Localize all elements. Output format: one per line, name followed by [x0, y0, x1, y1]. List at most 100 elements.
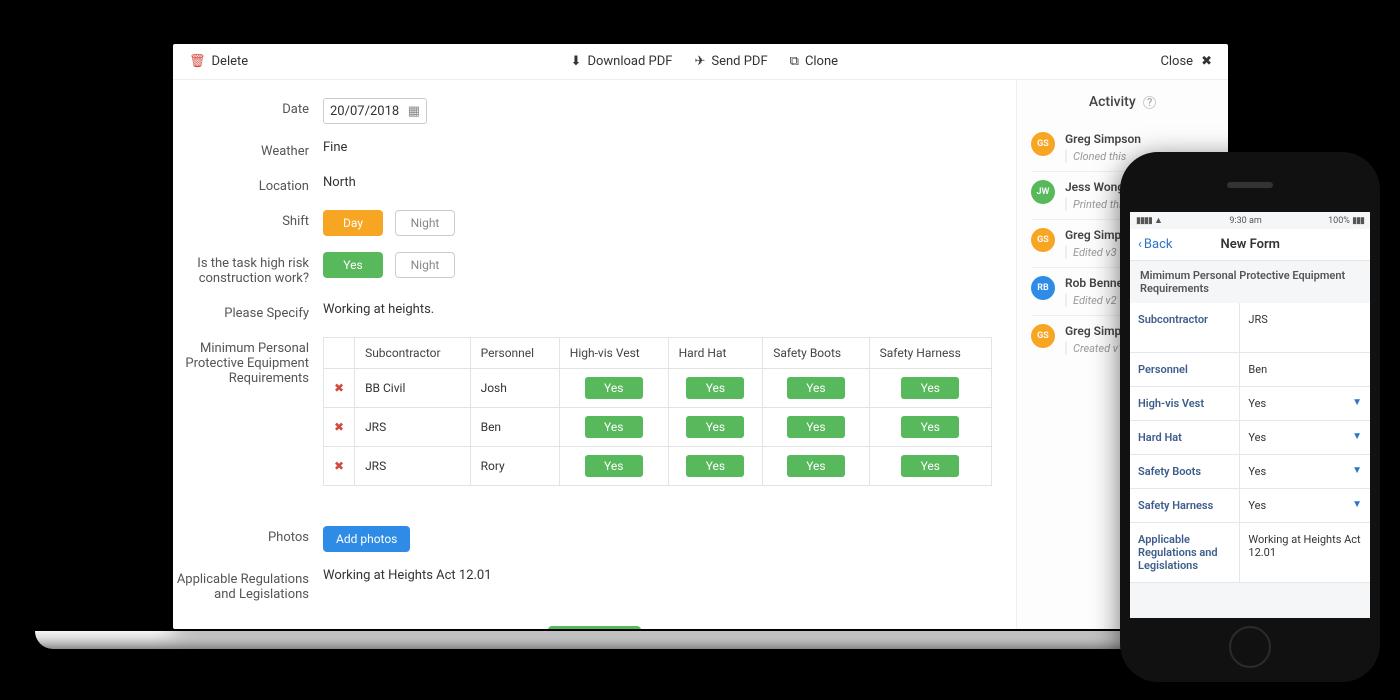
- ppe-yes-button[interactable]: Yes: [787, 416, 845, 438]
- ppe-cell: Yes: [869, 369, 991, 408]
- phone-row-value-text: Yes: [1248, 465, 1266, 478]
- ppe-yes-button[interactable]: Yes: [686, 416, 744, 438]
- phone-speaker: [1227, 182, 1273, 188]
- phone-form-row[interactable]: Hard Hat Yes ▼: [1130, 421, 1370, 455]
- ppe-yes-button[interactable]: Yes: [585, 416, 643, 438]
- avatar: GS: [1031, 132, 1055, 156]
- table-row: ✖JRSRoryYesYesYesYes: [324, 447, 992, 486]
- ppe-header: Subcontractor: [355, 338, 471, 369]
- send-pdf-label: Send PDF: [711, 54, 767, 69]
- ppe-yes-button[interactable]: Yes: [901, 455, 959, 477]
- activity-title-text: Activity: [1089, 94, 1136, 110]
- app-window: 🗑 Delete ⬇ Download PDF ✈ Send PDF ⧉ Clo…: [173, 44, 1228, 629]
- phone-page-title: New Form: [1138, 237, 1362, 252]
- ppe-cell: Yes: [869, 447, 991, 486]
- avatar: GS: [1031, 324, 1055, 348]
- clone-button[interactable]: ⧉ Clone: [790, 54, 838, 69]
- phone-time: 9:30 am: [1229, 216, 1261, 226]
- date-input[interactable]: 20/07/2018 ▦: [323, 98, 427, 124]
- phone-row-value: Working at Heights Act 12.01: [1240, 523, 1370, 582]
- regulations-value: Working at Heights Act 12.01: [323, 568, 1016, 602]
- shift-day-button[interactable]: Day: [323, 210, 383, 236]
- row-delete-button[interactable]: ✖: [324, 369, 355, 408]
- ppe-yes-button[interactable]: Yes: [585, 455, 643, 477]
- shift-night-button[interactable]: Night: [395, 210, 455, 236]
- chevron-down-icon: ▼: [1352, 431, 1362, 442]
- ppe-yes-button[interactable]: Yes: [686, 455, 744, 477]
- phone-row-value[interactable]: Yes ▼: [1240, 455, 1370, 488]
- activity-action: Printed this: [1065, 198, 1127, 211]
- ppe-header: Safety Harness: [869, 338, 991, 369]
- help-icon[interactable]: ?: [1143, 96, 1156, 109]
- high-risk-no-button[interactable]: Night: [395, 252, 455, 278]
- ppe-cell: JRS: [355, 408, 471, 447]
- phone-row-value: Ben: [1240, 353, 1370, 386]
- send-icon: ✈: [694, 54, 705, 69]
- phone-row-value[interactable]: Yes▼: [1240, 489, 1370, 522]
- date-value: 20/07/2018: [330, 104, 399, 119]
- location-value: North: [323, 175, 1016, 194]
- ppe-yes-button[interactable]: Yes: [787, 455, 845, 477]
- ppe-cell: Yes: [668, 408, 763, 447]
- ppe-cell: Josh: [470, 369, 559, 408]
- phone-row-value: JRS: [1240, 303, 1370, 352]
- phone-form-row: PersonnelBen: [1130, 353, 1370, 387]
- save-form-button[interactable]: Save form: [548, 626, 640, 629]
- weather-value: Fine: [323, 140, 1016, 159]
- table-row: ✖JRSBenYesYesYesYes: [324, 408, 992, 447]
- ppe-cell: BB Civil: [355, 369, 471, 408]
- table-row: ✖BB CivilJosh Yes Yes Yes Yes: [324, 369, 992, 408]
- phone-row-label: Applicable Regulations and Legislations: [1130, 523, 1240, 582]
- ppe-yes-button[interactable]: Yes: [585, 377, 643, 399]
- toolbar: 🗑 Delete ⬇ Download PDF ✈ Send PDF ⧉ Clo…: [173, 44, 1228, 80]
- row-delete-button[interactable]: ✖: [324, 447, 355, 486]
- high-risk-yes-button[interactable]: Yes: [323, 252, 383, 278]
- ppe-cell: Yes: [668, 447, 763, 486]
- phone-row-value[interactable]: Yes ▼: [1240, 421, 1370, 454]
- ppe-yes-button[interactable]: Yes: [787, 377, 845, 399]
- chevron-down-icon: ▼: [1352, 465, 1362, 476]
- phone-home-button[interactable]: [1229, 626, 1271, 668]
- signal-icon: [1136, 216, 1152, 226]
- ppe-cell: Yes: [559, 408, 668, 447]
- send-pdf-button[interactable]: ✈ Send PDF: [694, 54, 767, 69]
- clone-icon: ⧉: [790, 54, 799, 69]
- location-label: Location: [173, 175, 323, 194]
- ppe-yes-button[interactable]: Yes: [686, 377, 744, 399]
- ppe-yes-button[interactable]: Yes: [901, 377, 959, 399]
- avatar: JW: [1031, 180, 1055, 204]
- phone-row-value-text: Yes: [1248, 431, 1266, 444]
- phone-form-row: SubcontractorJRS: [1130, 303, 1370, 353]
- download-pdf-label: Download PDF: [587, 54, 672, 69]
- ppe-cell: Yes: [763, 369, 869, 408]
- row-delete-button[interactable]: ✖: [324, 408, 355, 447]
- phone-form-row[interactable]: Safety BootsYes▼: [1130, 455, 1370, 489]
- phone-nav-bar: ‹ Back New Form: [1130, 229, 1370, 261]
- close-button[interactable]: Close ✖: [1160, 54, 1212, 69]
- ppe-header: Hard Hat: [668, 338, 763, 369]
- ppe-cell: Yes: [869, 408, 991, 447]
- phone-status-bar: 9:30 am 100%: [1130, 212, 1370, 229]
- ppe-header: High-vis Vest: [559, 338, 668, 369]
- delete-button[interactable]: 🗑 Delete: [189, 54, 248, 69]
- phone-screen: 9:30 am 100% ‹ Back New Form Mimimum Per…: [1130, 212, 1370, 618]
- phone-form-row[interactable]: Safety HarnessYes▼: [1130, 489, 1370, 523]
- clone-label: Clone: [805, 54, 838, 69]
- ppe-label: Minimum Personal Protective Equipment Re…: [173, 337, 323, 486]
- phone-device: 9:30 am 100% ‹ Back New Form Mimimum Per…: [1120, 152, 1380, 682]
- ppe-cell: Yes: [763, 408, 869, 447]
- phone-battery-pct: 100%: [1328, 216, 1350, 226]
- activity-user-name: Jess Wong: [1065, 180, 1127, 194]
- ppe-cell: JRS: [355, 447, 471, 486]
- add-photos-button[interactable]: Add photos: [323, 526, 410, 552]
- shift-toggle: Day Night: [323, 210, 455, 236]
- chevron-down-icon: ▼: [1352, 499, 1362, 510]
- download-pdf-button[interactable]: ⬇ Download PDF: [571, 54, 673, 69]
- phone-row-value[interactable]: Yes▼: [1240, 387, 1370, 420]
- ppe-cell: Yes: [559, 369, 668, 408]
- chevron-down-icon: ▼: [1352, 397, 1362, 408]
- activity-action: Cloned this: [1065, 150, 1141, 163]
- phone-row-label: Hard Hat: [1130, 421, 1240, 454]
- ppe-yes-button[interactable]: Yes: [901, 416, 959, 438]
- phone-form-row[interactable]: High-vis VestYes▼: [1130, 387, 1370, 421]
